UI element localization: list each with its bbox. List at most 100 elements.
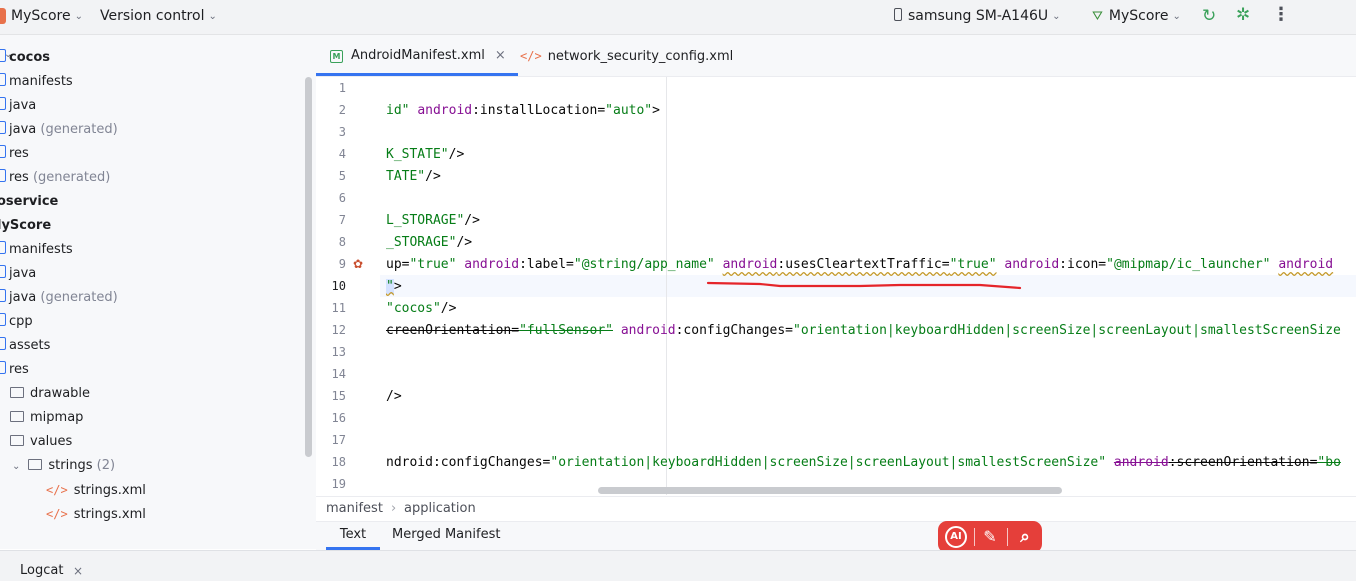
module-folder-icon — [0, 337, 6, 350]
tree-item[interactable]: java — [0, 262, 36, 286]
tree-item-label: java — [9, 98, 37, 113]
code-line[interactable]: _STORAGE"/> — [386, 232, 472, 254]
version-control-menu[interactable]: Version control ⌄ — [100, 0, 217, 32]
device-selector[interactable]: samsung SM-A146U ⌄ — [894, 0, 1061, 32]
tree-item[interactable]: java — [0, 94, 36, 118]
tree-item[interactable]: cpp — [0, 310, 33, 334]
code-line[interactable]: creenOrientation="fullSensor" android:co… — [386, 320, 1341, 342]
tree-item[interactable]: assets — [0, 334, 50, 358]
tree-item[interactable]: </> strings.xml — [46, 478, 146, 502]
xml-attribute-namespace: android — [1004, 257, 1060, 272]
xml-attribute-value: L_STORAGE" — [386, 213, 465, 228]
code-editor[interactable]: id" android:installLocation="auto"> K_STA… — [380, 77, 1356, 495]
tree-item[interactable]: res (generated) — [0, 166, 110, 190]
ai-floating-toolbar: AI ✎ ⌕ — [938, 521, 1042, 553]
code-token: creenOrientation= — [386, 323, 520, 338]
run-config-selector[interactable]: ⛛ MyScore ⌄ — [1092, 0, 1181, 32]
line-number: 5 — [338, 169, 346, 183]
chevron-down-icon: ⌄ — [1052, 11, 1061, 22]
code-line[interactable]: /> — [386, 386, 402, 408]
search-icon[interactable]: ⌕ — [1014, 526, 1036, 548]
xml-attribute-namespace: android — [620, 323, 676, 338]
code-line[interactable]: TATE"/> — [386, 166, 441, 188]
tree-item[interactable]: lyScore — [0, 214, 51, 238]
code-line[interactable]: K_STATE"/> — [386, 144, 464, 166]
ai-assistant-button[interactable]: AI — [945, 526, 967, 548]
code-line[interactable]: "> — [386, 276, 402, 298]
code-line[interactable]: L_STORAGE"/> — [386, 210, 480, 232]
code-token: /> — [440, 301, 457, 316]
code-token: :installLocation= — [472, 103, 606, 118]
tree-item[interactable]: res — [0, 358, 29, 382]
code-token: " — [386, 279, 394, 294]
xml-attribute-value: "true" — [949, 257, 997, 272]
tree-item-label: strings — [48, 458, 93, 473]
tab-text[interactable]: Text — [326, 522, 380, 550]
breadcrumb: manifest › application — [316, 496, 1356, 521]
magic-wand-icon[interactable]: ✎ — [979, 526, 1001, 548]
code-token: /> — [386, 389, 402, 404]
folder-icon — [28, 459, 43, 470]
tree-item[interactable]: </> strings.xml — [46, 502, 146, 526]
tree-item[interactable]: mipmap — [10, 406, 83, 430]
xml-attribute-value: "orientation|keyboardHidden|screenSize|s… — [793, 323, 1341, 338]
vertical-scrollbar[interactable] — [305, 77, 312, 457]
xml-attribute-namespace: android — [1113, 455, 1169, 470]
tree-item[interactable]: java (generated) — [0, 286, 118, 310]
editor-tabs: M AndroidManifest.xml × </> network_securit… — [316, 35, 1356, 77]
tree-item-label: strings.xml — [73, 507, 146, 522]
line-number: 14 — [331, 367, 346, 381]
line-number: 7 — [338, 213, 346, 227]
code-line[interactable]: up="true" android:label="@string/app_nam… — [386, 254, 1333, 276]
code-token: /> — [448, 147, 465, 162]
tree-item[interactable]: values — [10, 430, 72, 454]
module-folder-icon — [0, 121, 6, 134]
tree-item-label: assets — [9, 338, 51, 353]
code-token: up= — [386, 257, 410, 272]
close-icon[interactable]: × — [495, 48, 506, 63]
apply-changes-icon[interactable]: ↻ — [1202, 6, 1216, 26]
chevron-down-icon: ⌄ — [208, 11, 217, 22]
tree-item[interactable]: drawable — [10, 382, 90, 406]
tree-item[interactable]: oservice — [0, 190, 58, 214]
tab-merged-manifest[interactable]: Merged Manifest — [392, 522, 500, 550]
toolbar-divider — [974, 528, 975, 546]
code-line[interactable]: id" android:installLocation="auto"> — [386, 100, 660, 122]
code-token: /> — [425, 169, 441, 184]
line-number: 2 — [338, 103, 346, 117]
code-line[interactable]: "cocos"/> — [386, 298, 456, 320]
code-token: > — [393, 279, 402, 294]
breadcrumb-manifest[interactable]: manifest — [326, 501, 383, 516]
code-token: /> — [464, 213, 480, 228]
bottom-tool-window-bar: Logcat × — [0, 550, 1356, 581]
line-number: 16 — [331, 411, 346, 425]
code-line[interactable]: ndroid:configChanges="orientation|keyboa… — [386, 452, 1341, 474]
tree-item[interactable]: java (generated) — [0, 118, 118, 142]
tree-item-label: cpp — [9, 314, 33, 329]
toolbar-divider — [1007, 528, 1008, 546]
horizontal-scrollbar[interactable] — [598, 487, 1062, 494]
tree-item[interactable]: ⌄ strings (2) — [12, 454, 115, 478]
chevron-down-icon: ⌄ — [74, 11, 83, 22]
project-selector[interactable]: MyScore ⌄ — [11, 0, 83, 32]
close-icon[interactable]: × — [73, 564, 83, 578]
line-number: 3 — [338, 125, 346, 139]
chevron-down-icon[interactable]: ⌄ — [12, 461, 20, 472]
xml-attribute-value: id" — [386, 103, 410, 118]
logcat-tab[interactable]: Logcat — [20, 563, 63, 578]
tree-item-label: drawable — [30, 386, 91, 401]
device-name: samsung SM-A146U — [908, 8, 1049, 24]
tree-item[interactable]: cocos — [0, 46, 50, 70]
more-options-icon[interactable]: ⋮ — [1272, 4, 1290, 25]
debug-icon[interactable]: ✲ — [1236, 5, 1250, 25]
tree-item[interactable]: manifests — [0, 70, 73, 94]
tab-android-manifest[interactable]: M AndroidManifest.xml × — [316, 35, 518, 76]
breadcrumb-application[interactable]: application — [404, 501, 476, 516]
android-icon: ⛛ — [1092, 9, 1103, 24]
xml-attribute-value: "bo — [1317, 455, 1341, 470]
tree-item[interactable]: res — [0, 142, 29, 166]
app-icon-gutter-icon[interactable]: ✿ — [350, 257, 366, 271]
tab-network-security-config[interactable]: </> network_security_config.xml — [520, 35, 733, 76]
tree-item[interactable]: manifests — [0, 238, 73, 262]
xml-attribute-namespace: android — [417, 103, 473, 118]
